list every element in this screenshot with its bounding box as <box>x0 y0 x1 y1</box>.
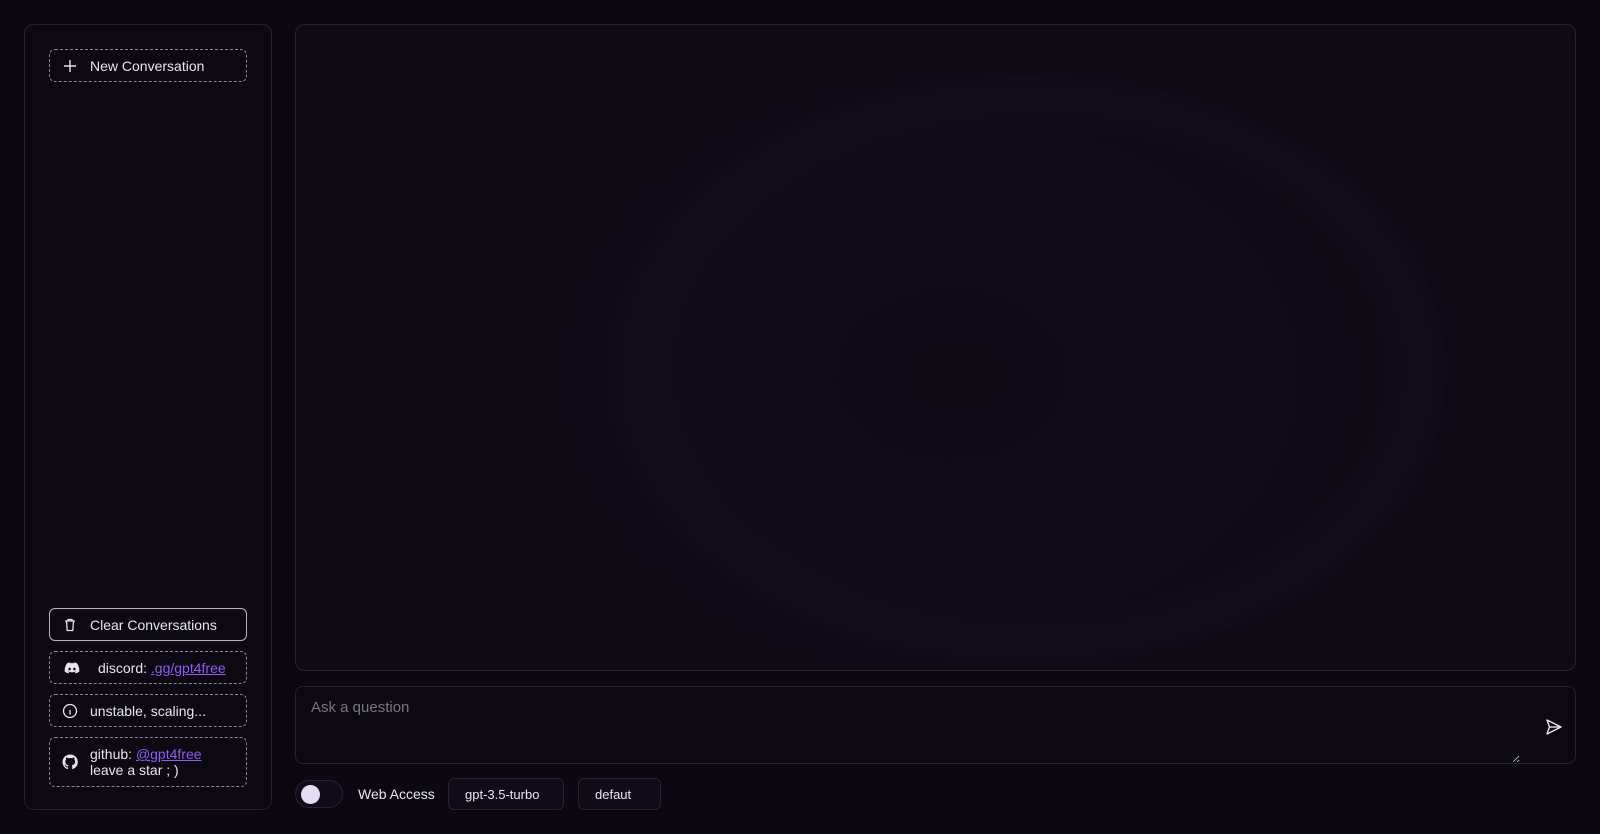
github-info: github: @gpt4free leave a star ; ) <box>49 737 247 787</box>
message-input-box <box>295 686 1576 764</box>
discord-info: discord: .gg/gpt4free <box>49 651 247 684</box>
jailbreak-select[interactable]: defaut <box>578 778 661 810</box>
send-button[interactable] <box>1542 715 1566 739</box>
background-glow <box>606 70 1456 670</box>
discord-link[interactable]: .gg/gpt4free <box>151 660 226 676</box>
trash-icon <box>62 617 78 633</box>
chat-messages-area <box>295 24 1576 671</box>
clear-conversations-label: Clear Conversations <box>90 616 217 633</box>
send-icon <box>1546 719 1562 735</box>
new-conversation-label: New Conversation <box>90 57 205 74</box>
discord-prefix: discord: <box>98 659 148 676</box>
info-icon <box>62 703 78 719</box>
app-root: New Conversation Clear Conversations dis… <box>0 0 1600 834</box>
clear-conversations-button[interactable]: Clear Conversations <box>49 608 247 641</box>
github-prefix: github: <box>90 746 133 762</box>
web-access-toggle[interactable] <box>295 780 343 808</box>
github-link[interactable]: @gpt4free <box>136 746 202 762</box>
github-icon <box>62 754 78 770</box>
new-conversation-button[interactable]: New Conversation <box>49 49 247 82</box>
discord-icon <box>62 660 82 676</box>
sidebar: New Conversation Clear Conversations dis… <box>24 24 272 810</box>
status-text: unstable, scaling... <box>90 702 206 719</box>
github-text: github: @gpt4free leave a star ; ) <box>90 746 202 778</box>
web-access-label: Web Access <box>358 786 435 802</box>
plus-icon <box>62 58 78 74</box>
model-select[interactable]: gpt-3.5-turbo <box>448 778 564 810</box>
status-info: unstable, scaling... <box>49 694 247 727</box>
github-note: leave a star ; ) <box>90 762 179 778</box>
message-input[interactable] <box>296 687 1520 763</box>
toggle-knob <box>301 785 320 804</box>
